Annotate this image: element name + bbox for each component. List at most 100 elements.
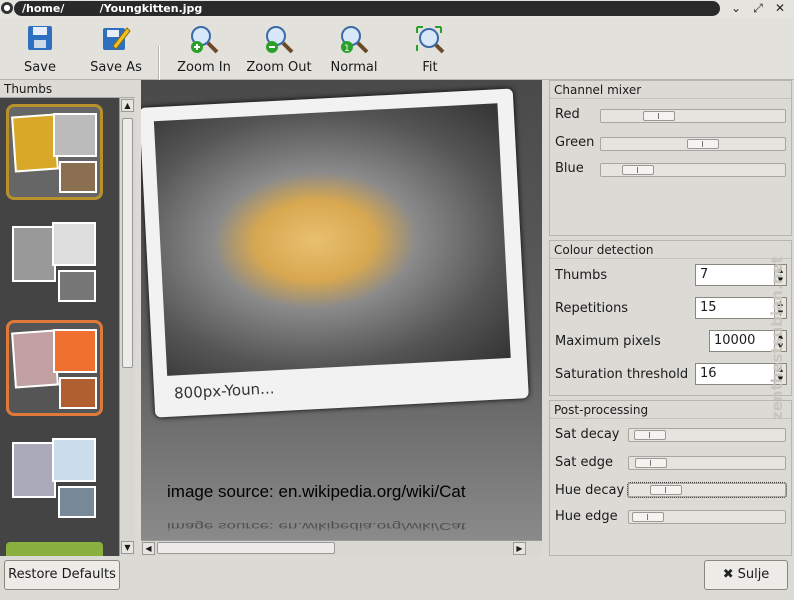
post-processing-panel: Post-processing Sat decay Sat edge Hue d… [549,400,792,556]
thumb-photo [58,270,96,302]
maximize-icon[interactable]: ⤢ [750,1,766,16]
hue-decay-label: Hue decay [555,483,625,498]
normal-zoom-label: Normal [330,60,378,75]
restore-defaults-button[interactable]: Restore Defaults [4,560,120,590]
spin-value: 16 [700,366,717,381]
thumbs-scrollbar[interactable]: ▲ ▼ [119,98,135,556]
canvas-hscrollbar[interactable]: ◀ ▶ [141,540,542,556]
save-as-icon [103,27,131,50]
thumbnail-item[interactable] [6,432,103,528]
save-as-label: Save As [90,60,142,75]
thumb-photo [59,161,97,193]
splitter-right[interactable] [542,80,548,556]
title-filename: /Youngkitten.jpg [99,2,203,15]
window-titlebar[interactable]: ● /home/user/Youngkitten.jpg ⌄ ⤢ ✕ [0,0,794,18]
thumbs-header: Thumbs [0,80,136,98]
restore-defaults-label: Restore Defaults [8,567,116,582]
floppy-disk-icon [28,26,52,50]
zoom-out-icon [266,26,294,54]
chevron-down-icon[interactable]: ⌄ [728,1,744,16]
slider-handle[interactable] [622,165,654,175]
polaroid-photo: 800px-Youn... [141,88,529,418]
window-title: /home/user/Youngkitten.jpg [14,1,720,16]
zoom-in-icon [191,26,219,54]
thumb-photo [11,113,59,173]
slider-handle[interactable] [687,139,719,149]
photo-caption: 800px-Youn... [173,379,275,403]
spin-value: 7 [700,267,709,282]
scroll-up-icon[interactable]: ▲ [121,99,134,112]
sat-decay-label: Sat decay [555,427,620,442]
green-slider[interactable] [600,137,786,151]
zoom-normal-icon: 1 [341,26,369,54]
hue-decay-slider[interactable] [627,482,787,498]
thumb-photo [53,329,97,373]
thumbnail-item[interactable] [6,320,103,416]
zoom-out-button[interactable]: Zoom Out [246,22,312,78]
thumb-photo [58,486,96,518]
hue-edge-label: Hue edge [555,509,618,524]
save-label: Save [24,60,56,75]
thumbs-count-label: Thumbs [555,268,608,283]
image-source-text: image source: en.wikipedia.org/wiki/Cat [167,482,466,501]
watermark-text: zenthestsubian.net [768,256,786,420]
kitten-image [153,103,511,376]
thumb-photo [12,226,56,282]
title-path-prefix: /home/ [22,2,65,15]
sat-decay-slider[interactable] [628,428,786,442]
thumbnail-item[interactable] [6,216,103,312]
close-icon[interactable]: ✕ [772,1,788,16]
scroll-right-icon[interactable]: ▶ [513,542,526,555]
thumb-photo [52,222,96,266]
close-button[interactable]: ✖ Sulje [704,560,788,590]
slider-handle[interactable] [635,458,667,468]
toolbar-separator [158,46,160,80]
blue-slider[interactable] [600,163,786,177]
slider-handle[interactable] [632,512,664,522]
post-processing-header: Post-processing [550,401,791,419]
save-as-button[interactable]: Save As [86,22,146,78]
zoom-in-button[interactable]: Zoom In [174,22,234,78]
scroll-left-icon[interactable]: ◀ [142,542,155,555]
green-label: Green [555,135,595,150]
slider-handle[interactable] [634,430,666,440]
colour-detection-panel: Colour detection Thumbs 7 ▲ ▼ Repetitions … [549,240,792,396]
thumbs-panel: Thumbs ▲ ▼ [0,80,136,556]
slider-handle[interactable] [650,485,682,495]
spin-value: 15 [700,300,717,315]
maximum-pixels-label: Maximum pixels [555,334,661,349]
channel-mixer-panel: Channel mixer Red Green Blue [549,80,792,236]
window-menu-icon[interactable]: ● [1,2,13,14]
red-label: Red [555,107,580,122]
close-label: Sulje [737,567,770,582]
hue-edge-slider[interactable] [628,510,786,524]
thumbnail-item[interactable] [6,104,103,200]
thumb-photo [52,438,96,482]
fit-label: Fit [422,60,438,75]
close-x-icon: ✖ [722,567,734,582]
toolbar: Save Save As Zoom In Zoom Out 1 Normal F… [0,18,794,80]
scroll-down-icon[interactable]: ▼ [121,541,134,554]
channel-mixer-header: Channel mixer [550,81,791,99]
thumbnail-item[interactable] [6,542,103,556]
svg-text:1: 1 [344,44,350,54]
dialog-footer: Restore Defaults ✖ Sulje [0,556,794,600]
sat-edge-slider[interactable] [628,456,786,470]
zoom-in-label: Zoom In [177,60,231,75]
image-source-reflection: image source: en.wikipedia.org/wiki/Cat [167,520,466,532]
spin-value: 10000 [714,333,756,348]
thumb-photo [11,329,59,389]
saturation-threshold-label: Saturation threshold [555,367,689,382]
colour-detection-header: Colour detection [550,241,791,259]
slider-handle[interactable] [643,111,675,121]
title-redacted: user [68,2,96,15]
hscroll-thumb[interactable] [157,542,335,554]
fit-button[interactable]: Fit [412,22,448,78]
red-slider[interactable] [600,109,786,123]
scroll-thumb[interactable] [122,118,133,368]
image-canvas[interactable]: 800px-Youn... image source: en.wikipedia… [141,80,542,540]
sat-edge-label: Sat edge [555,455,613,470]
normal-zoom-button[interactable]: 1 Normal [328,22,380,78]
save-button[interactable]: Save [16,22,64,78]
thumb-photo [59,377,97,409]
